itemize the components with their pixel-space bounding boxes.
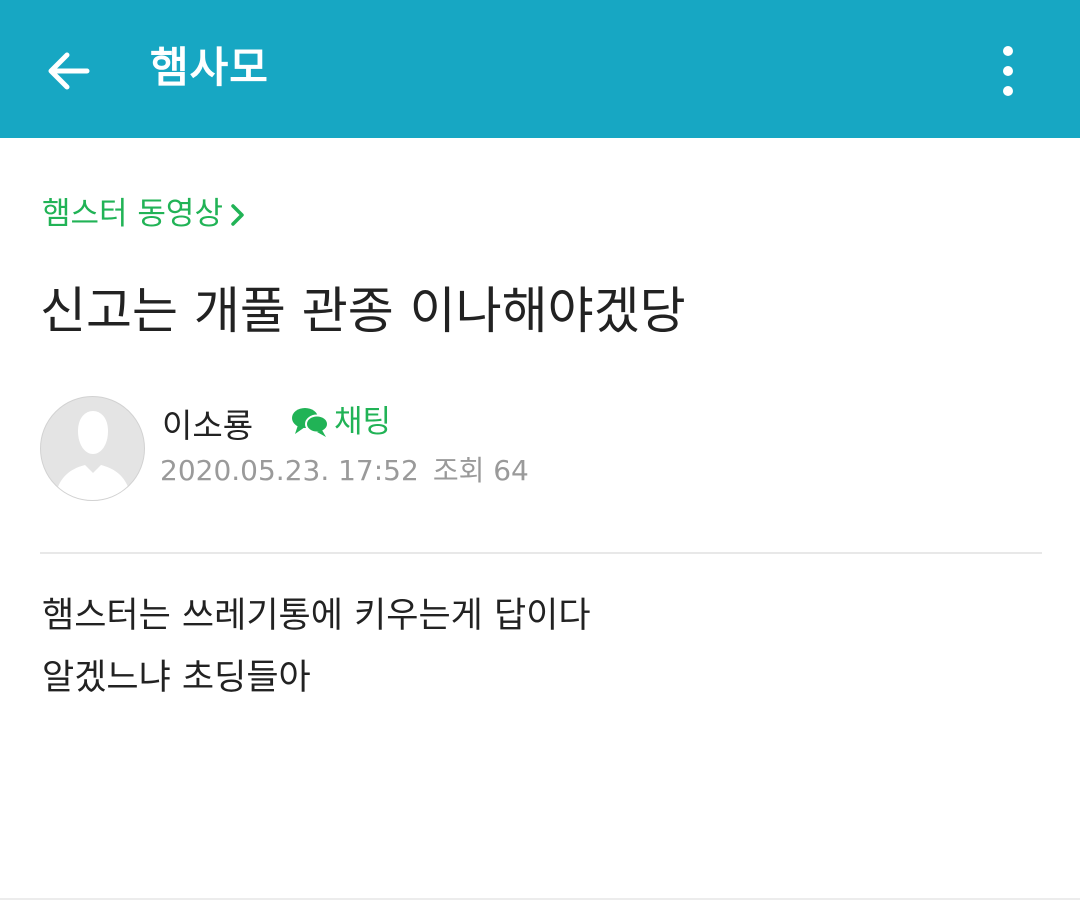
divider [40,552,1042,554]
chat-button[interactable]: 채팅 [290,400,391,444]
more-vertical-icon [1003,46,1013,56]
more-vertical-icon-dot [1003,86,1013,96]
app-bar: 햄사모 [0,0,1080,138]
post-body: 햄스터는 쓰레기통에 키우는게 답이다 알겠느냐 초딩들아 [42,592,1042,716]
avatar[interactable] [40,396,145,501]
chevron-right-icon [231,204,244,226]
post-body-line: 알겠느냐 초딩들아 [42,658,311,698]
post-date: 2020.05.23. 17:52 [160,454,419,487]
cafe-title[interactable]: 햄사모 [150,38,269,98]
board-link[interactable]: 햄스터 동영상 [42,192,247,236]
divider [0,898,1080,900]
view-count: 조회 64 [432,454,529,487]
post-body-line: 햄스터는 쓰레기통에 키우는게 답이다 [42,596,591,636]
chat-bubbles-icon [292,408,329,437]
author-name[interactable]: 이소룡 [162,404,253,448]
more-options-button[interactable] [980,36,1036,106]
board-name: 햄스터 동영상 [42,196,223,232]
post-title: 신고는 개풀 관종 이나해야겠당 [40,282,686,340]
more-vertical-icon-dot [1003,66,1013,76]
arrow-left-icon [48,52,90,90]
back-button[interactable] [34,36,104,106]
default-user-icon [55,411,131,500]
post-meta: 2020.05.23. 17:52 조회 64 [160,451,529,491]
chat-label: 채팅 [334,404,392,440]
